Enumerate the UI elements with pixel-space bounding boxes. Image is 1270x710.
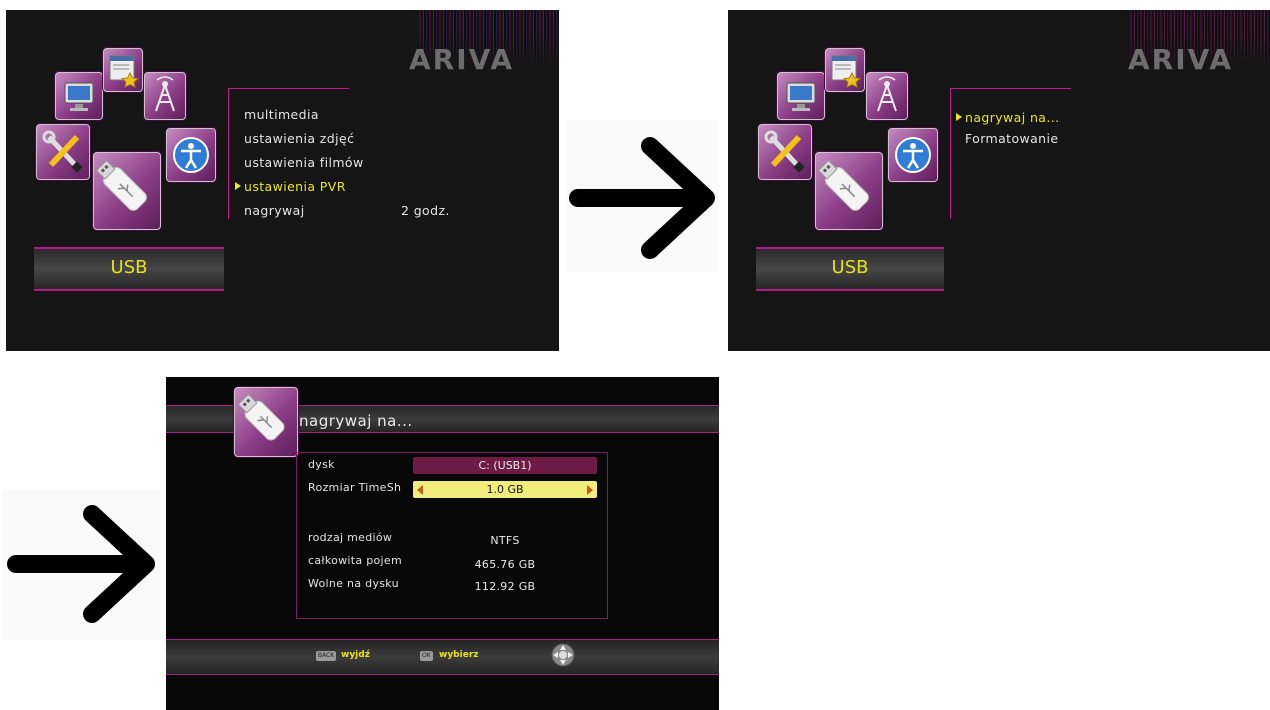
brand-logo: ARIVA	[1128, 43, 1234, 76]
accessibility-icon	[888, 128, 938, 182]
usb-drive-icon	[815, 152, 883, 230]
back-key-icon: BACK	[316, 651, 337, 661]
accessibility-icon	[166, 128, 216, 182]
menu-item-pvr-settings[interactable]: ustawienia PVR	[244, 179, 346, 194]
settings-window-icon	[825, 48, 865, 92]
monitor-icon	[55, 72, 103, 120]
menu-item-record-to[interactable]: nagrywaj na...	[965, 110, 1060, 125]
total-capacity-label: całkowita pojem	[308, 554, 402, 567]
menu-item-multimedia[interactable]: multimedia	[244, 107, 319, 122]
media-type-value: NTFS	[490, 534, 520, 547]
tools-icon	[36, 124, 90, 180]
menu-item-video-settings[interactable]: ustawienia filmów	[244, 155, 364, 170]
record-to-dialog: nagrywaj na... dysk C: (USB1) Rozmiar Ti…	[166, 377, 719, 710]
menu-item-photo-settings[interactable]: ustawienia zdjęć	[244, 131, 354, 146]
settings-window-icon	[103, 48, 143, 92]
menu-item-record-value: 2 godz.	[401, 203, 450, 218]
disk-label: dysk	[308, 458, 335, 471]
selection-caret-icon	[235, 182, 241, 190]
usb-drive-icon	[93, 152, 161, 230]
free-space-value: 112.92 GB	[474, 580, 536, 593]
section-label: USB	[831, 257, 869, 278]
timeshift-size-selector[interactable]: 1.0 GB	[413, 481, 597, 498]
back-hint: wyjdź	[341, 650, 370, 660]
free-space-label: Wolne na dysku	[308, 577, 399, 590]
increase-arrow-icon[interactable]	[587, 485, 593, 495]
usb-drive-icon	[234, 387, 298, 457]
section-label-bar: USB	[756, 247, 944, 291]
media-type-label: rodzaj mediów	[308, 531, 393, 544]
menu-item-format[interactable]: Formatowanie	[965, 131, 1058, 146]
ok-hint: wybierz	[439, 650, 479, 660]
menu-frame	[950, 88, 1071, 219]
menu-item-record[interactable]: nagrywaj	[244, 203, 305, 218]
monitor-icon	[777, 72, 825, 120]
timeshift-label: Rozmiar TimeSh	[308, 481, 402, 494]
antenna-icon	[866, 72, 908, 120]
arrow-right-icon	[2, 490, 160, 640]
brand-logo: ARIVA	[409, 43, 515, 76]
section-label-bar: USB	[34, 247, 224, 291]
total-capacity-value: 465.76 GB	[474, 558, 536, 571]
usb-menu-screen: ARIVA USB multimedia ustawienia zdjęć us…	[6, 10, 559, 351]
section-label: USB	[110, 257, 148, 278]
disk-select[interactable]: C: (USB1)	[413, 457, 597, 474]
pvr-settings-screen: ARIVA USB nagrywaj na... Formatowanie	[728, 10, 1270, 351]
ok-key-icon: OK	[420, 651, 433, 661]
timeshift-value: 1.0 GB	[486, 483, 524, 496]
antenna-icon	[144, 72, 186, 120]
navigation-pad-icon	[551, 643, 575, 667]
dialog-title: nagrywaj na...	[299, 412, 413, 430]
selection-caret-icon	[956, 113, 962, 121]
arrow-right-icon	[566, 120, 718, 272]
disk-value: C: (USB1)	[478, 459, 532, 472]
tools-icon	[758, 124, 812, 180]
